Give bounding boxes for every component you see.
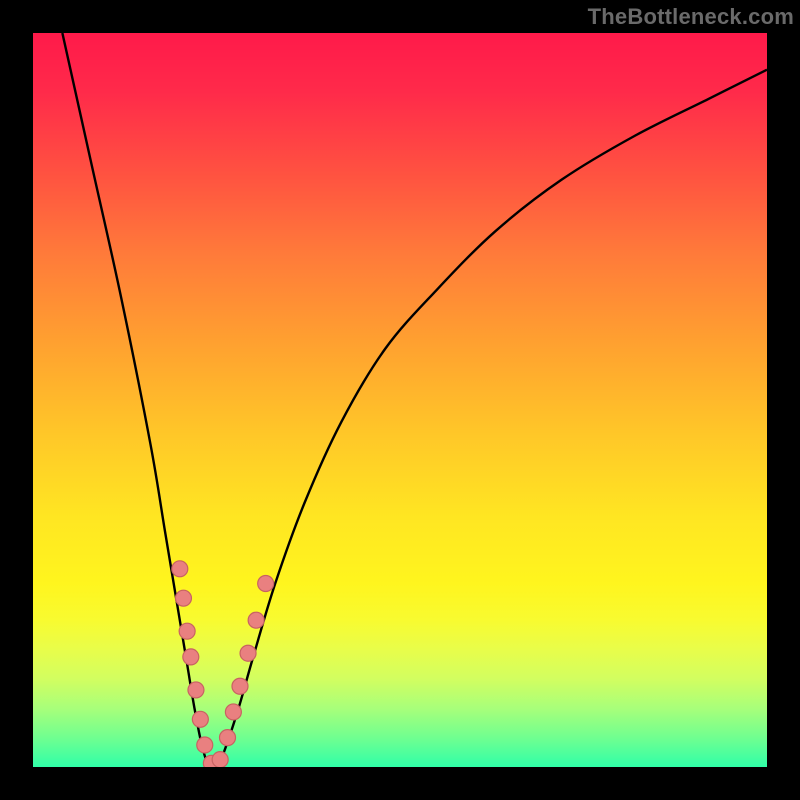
watermark-text: TheBottleneck.com <box>588 4 794 30</box>
marker-dot <box>197 737 213 753</box>
marker-dot <box>232 678 248 694</box>
marker-dot <box>212 752 228 767</box>
marker-dot <box>220 730 236 746</box>
bottleneck-curve <box>62 33 767 767</box>
marker-dot <box>248 612 264 628</box>
marker-dot <box>175 590 191 606</box>
marker-dot <box>188 682 204 698</box>
marker-dot <box>183 649 199 665</box>
marker-dot <box>240 645 256 661</box>
plot-area <box>33 33 767 767</box>
marker-dot <box>258 576 274 592</box>
curve-svg <box>33 33 767 767</box>
curve-markers <box>172 561 274 767</box>
marker-dot <box>172 561 188 577</box>
marker-dot <box>192 711 208 727</box>
marker-dot <box>179 623 195 639</box>
chart-frame: TheBottleneck.com <box>0 0 800 800</box>
marker-dot <box>225 704 241 720</box>
